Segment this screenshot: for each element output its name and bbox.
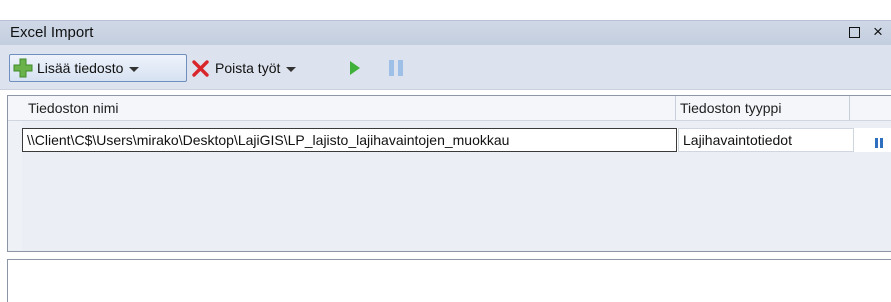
column-header-file-type[interactable]: Tiedoston tyyppi bbox=[680, 100, 781, 116]
plus-icon bbox=[12, 57, 34, 79]
panel-title: Excel Import bbox=[10, 24, 94, 41]
restore-icon[interactable] bbox=[846, 23, 862, 43]
add-file-label: Lisää tiedosto bbox=[37, 60, 124, 76]
title-bar: Excel Import × bbox=[0, 20, 891, 46]
remove-jobs-button[interactable]: Poista työt bbox=[191, 56, 297, 80]
close-icon[interactable]: × bbox=[870, 23, 886, 41]
chevron-down-icon[interactable] bbox=[129, 66, 140, 72]
chevron-down-icon[interactable] bbox=[286, 66, 297, 72]
file-type-cell[interactable]: Lajihavaintotiedot bbox=[678, 128, 854, 152]
pause-icon[interactable] bbox=[874, 136, 884, 154]
play-icon bbox=[348, 59, 362, 77]
grid-header: Tiedoston nimi Tiedoston tyyppi bbox=[8, 96, 891, 121]
delete-x-icon bbox=[191, 58, 211, 78]
file-name-cell[interactable]: \\Client\C$\Users\mirako\Desktop\LajiGIS… bbox=[22, 128, 677, 152]
run-button[interactable] bbox=[348, 56, 362, 80]
excel-import-panel: Excel Import × Lisää tiedosto Poista työ… bbox=[0, 0, 891, 302]
pause-icon bbox=[387, 58, 405, 78]
remove-jobs-label: Poista työt bbox=[215, 60, 281, 76]
column-header-file-name[interactable]: Tiedoston nimi bbox=[28, 100, 119, 116]
pause-button[interactable] bbox=[387, 56, 405, 80]
toolbar: Lisää tiedosto Poista työt bbox=[0, 45, 891, 90]
import-files-grid: Tiedoston nimi Tiedoston tyyppi \\Client… bbox=[7, 95, 891, 252]
column-divider[interactable] bbox=[849, 96, 850, 120]
column-divider[interactable] bbox=[675, 96, 676, 120]
table-row[interactable]: \\Client\C$\Users\mirako\Desktop\LajiGIS… bbox=[22, 128, 891, 152]
message-area bbox=[7, 259, 891, 302]
add-file-button[interactable]: Lisää tiedosto bbox=[9, 54, 187, 82]
